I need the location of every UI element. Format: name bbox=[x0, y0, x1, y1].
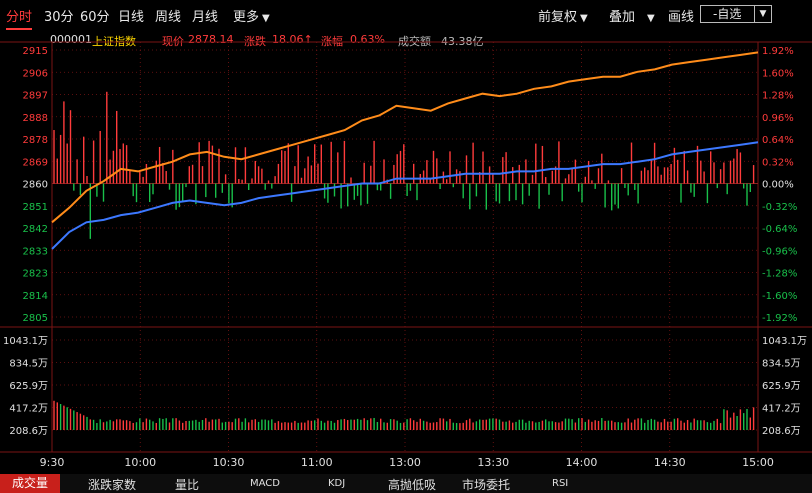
x-tick-label: 14:00 bbox=[566, 456, 598, 469]
volume-right-tick-label: 1043.1万 bbox=[762, 336, 807, 347]
y-tick-label: 2851 bbox=[23, 202, 48, 213]
y-right-tick-label: 0.32% bbox=[762, 157, 794, 168]
volume-tick-label: 417.2万 bbox=[9, 404, 48, 415]
volume-right-tick-label: 625.9万 bbox=[762, 381, 801, 392]
x-tick-label: 11:00 bbox=[301, 456, 333, 469]
y-right-tick-label: 0.96% bbox=[762, 113, 794, 124]
volume-tick-label: 834.5万 bbox=[9, 359, 48, 370]
tab-market-orders[interactable]: 市场委托 bbox=[462, 476, 510, 493]
x-tick-label: 13:30 bbox=[477, 456, 509, 469]
intraday-chart[interactable]: 2915 1.92% 2906 1.60% 2897 1.28% 2888 0.96% 2878… bbox=[0, 0, 812, 474]
y-tick-label: 2906 bbox=[23, 68, 48, 79]
tab-volume-ratio[interactable]: 量比 bbox=[175, 476, 199, 493]
y-right-tick-label: 1.92% bbox=[762, 46, 794, 57]
volume-right-tick-label: 834.5万 bbox=[762, 359, 801, 370]
tab-high-low[interactable]: 高抛低吸 bbox=[388, 476, 436, 493]
y-tick-label: 2869 bbox=[23, 157, 48, 168]
y-tick-label: 2805 bbox=[23, 313, 48, 324]
y-tick-label: 2860 bbox=[23, 180, 48, 191]
x-tick-label: 10:30 bbox=[213, 456, 245, 469]
y-tick-label: 2842 bbox=[23, 224, 48, 235]
tab-volume[interactable]: 成交量 bbox=[0, 474, 61, 493]
y-right-tick-label: 1.28% bbox=[762, 91, 794, 102]
indicator-tabs: 成交量 涨跌家数 量比 MACD KDJ 高抛低吸 市场委托 RSI bbox=[0, 474, 812, 493]
volume-tick-label: 625.9万 bbox=[9, 381, 48, 392]
tab-kdj[interactable]: KDJ bbox=[328, 478, 345, 489]
x-tick-label: 15:00 bbox=[742, 456, 774, 469]
volume-tick-label: 1043.1万 bbox=[3, 336, 48, 347]
x-tick-label: 10:00 bbox=[124, 456, 156, 469]
y-right-tick-label: -1.28% bbox=[762, 269, 797, 280]
y-tick-label: 2814 bbox=[23, 291, 48, 302]
tab-macd[interactable]: MACD bbox=[250, 478, 280, 489]
y-right-tick-label: -1.92% bbox=[762, 313, 797, 324]
x-tick-label: 14:30 bbox=[654, 456, 686, 469]
tab-advance-decline[interactable]: 涨跌家数 bbox=[88, 476, 136, 493]
tab-rsi[interactable]: RSI bbox=[552, 478, 568, 489]
x-tick-label: 13:00 bbox=[389, 456, 421, 469]
y-tick-label: 2897 bbox=[23, 91, 48, 102]
y-tick-label: 2915 bbox=[23, 46, 48, 57]
y-right-tick-label: 0.64% bbox=[762, 135, 794, 146]
volume-right-tick-label: 417.2万 bbox=[762, 404, 801, 415]
series-line-price bbox=[51, 51, 759, 224]
y-tick-label: 2888 bbox=[23, 113, 48, 124]
y-tick-label: 2878 bbox=[23, 135, 48, 146]
y-right-tick-label: -0.32% bbox=[762, 202, 797, 213]
y-tick-label: 2823 bbox=[23, 269, 48, 280]
y-right-tick-label: -0.96% bbox=[762, 246, 797, 257]
volume-right-tick-label: 208.6万 bbox=[762, 426, 801, 437]
y-right-tick-label: -0.64% bbox=[762, 224, 797, 235]
y-right-tick-label: 1.60% bbox=[762, 68, 794, 79]
volume-tick-label: 208.6万 bbox=[9, 426, 48, 437]
y-tick-label: 2833 bbox=[23, 246, 48, 257]
y-right-tick-label: -1.60% bbox=[762, 291, 797, 302]
y-right-tick-label: 0.00% bbox=[762, 180, 794, 191]
x-tick-label: 9:30 bbox=[40, 456, 65, 469]
